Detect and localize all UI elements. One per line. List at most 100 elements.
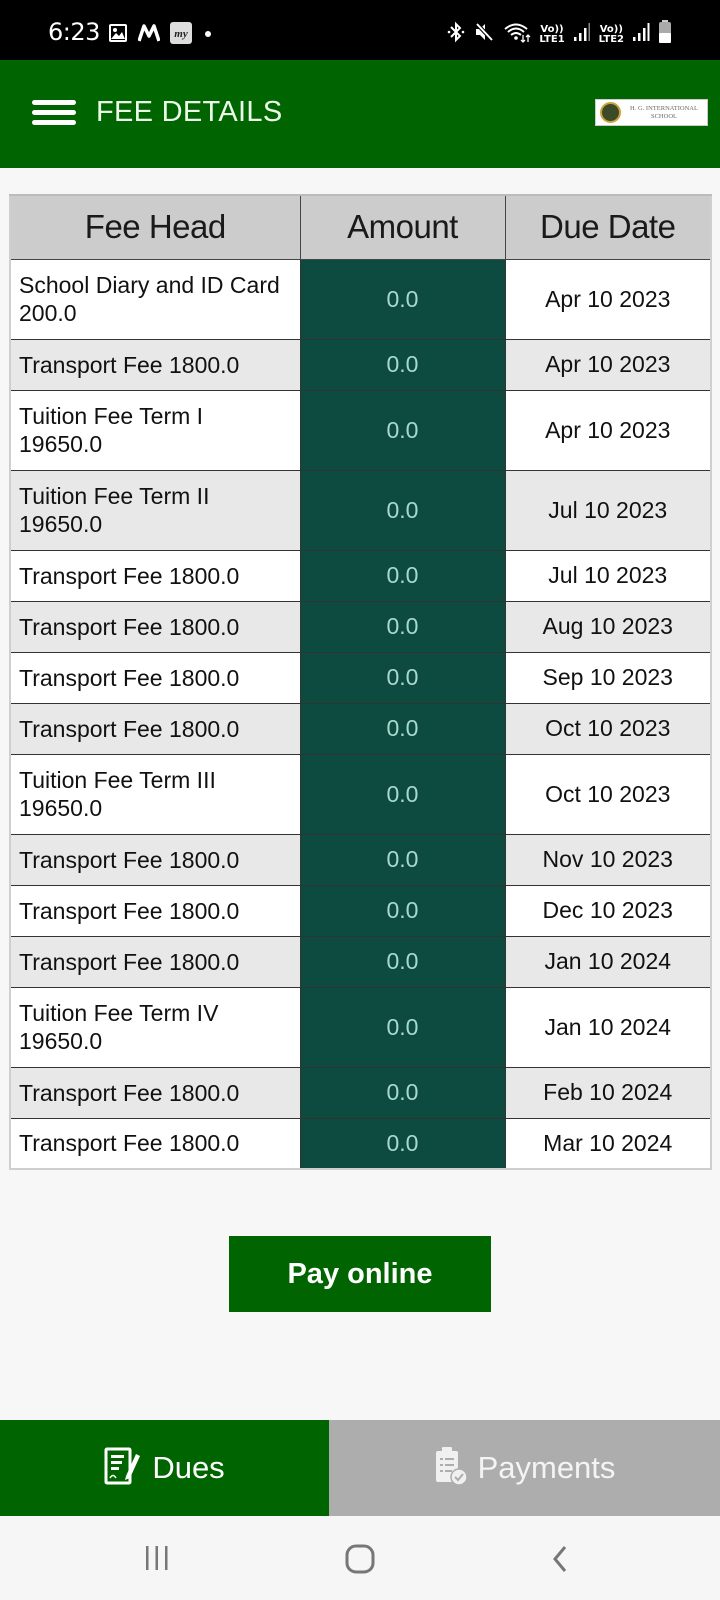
fee-head-cell: Tuition Fee Term IV 19650.0: [10, 986, 300, 1067]
column-header-amount: Amount: [299, 194, 506, 260]
lte1-label: LTE1: [539, 33, 565, 45]
tab-dues[interactable]: Dues: [0, 1420, 329, 1516]
amount-cell: 0.0: [299, 935, 506, 987]
amount-cell: 0.0: [299, 884, 506, 936]
content-area: Fee Head Amount Due Date School Diary an…: [0, 168, 720, 1420]
lte1-signal-icon: Vo)) LTE1: [539, 23, 565, 45]
status-right-icons: Vo)) LTE1 Vo)) LTE2: [447, 20, 672, 49]
amount-cell: 0.0: [299, 986, 506, 1067]
table-row: Transport Fee 1800.0 0.0 Apr 10 2023: [10, 338, 711, 390]
table-row: Transport Fee 1800.0 0.0 Oct 10 2023: [10, 702, 711, 754]
due-date-cell: Oct 10 2023: [505, 753, 711, 834]
amount-cell: 0.0: [299, 1117, 506, 1169]
fee-head-cell: Tuition Fee Term I 19650.0: [10, 389, 300, 470]
due-date-cell: Nov 10 2023: [505, 833, 711, 885]
due-date-cell: Aug 10 2023: [505, 600, 711, 652]
table-header-row: Fee Head Amount Due Date: [9, 194, 712, 260]
bottom-nav: Dues Payments: [0, 1420, 720, 1516]
home-button[interactable]: [345, 1544, 375, 1579]
table-row: Tuition Fee Term III 19650.0 0.0 Oct 10 …: [10, 753, 711, 834]
tab-dues-label: Dues: [152, 1450, 225, 1485]
fee-head-cell: Transport Fee 1800.0: [10, 1117, 300, 1169]
pay-online-button[interactable]: Pay online: [229, 1236, 491, 1312]
bluetooth-icon: [447, 21, 465, 48]
school-logo: H. G. INTERNATIONAL SCHOOL: [595, 99, 708, 126]
fee-head-cell: Transport Fee 1800.0: [10, 702, 300, 754]
amount-cell: 0.0: [299, 753, 506, 834]
table-row: Transport Fee 1800.0 0.0 Jul 10 2023: [10, 549, 711, 601]
hamburger-icon-line: [32, 120, 76, 125]
table-row: School Diary and ID Card 200.0 0.0 Apr 1…: [10, 258, 711, 339]
dues-icon: [104, 1446, 142, 1491]
page-title: FEE DETAILS: [96, 96, 283, 128]
table-row: Tuition Fee Term II 19650.0 0.0 Jul 10 2…: [10, 469, 711, 550]
notification-dot: [202, 27, 214, 45]
amount-cell: 0.0: [299, 389, 506, 470]
school-name-line1: H. G. INTERNATIONAL: [630, 104, 698, 112]
tab-payments[interactable]: Payments: [329, 1420, 720, 1516]
due-date-cell: Apr 10 2023: [505, 258, 711, 339]
status-left-icons: my: [108, 22, 214, 49]
mute-icon: [473, 21, 495, 48]
wifi-icon: [503, 21, 531, 48]
fee-head-cell: Transport Fee 1800.0: [10, 1066, 300, 1118]
signal-bars-1-icon: [573, 22, 591, 47]
lte2-signal-icon: Vo)) LTE2: [598, 24, 624, 45]
column-header-fee-head: Fee Head: [9, 194, 301, 260]
payments-icon: [434, 1446, 468, 1491]
table-row: Transport Fee 1800.0 0.0 Sep 10 2023: [10, 651, 711, 703]
system-nav-bar: [0, 1516, 720, 1600]
table-row: Tuition Fee Term IV 19650.0 0.0 Jan 10 2…: [10, 986, 711, 1067]
due-date-cell: Mar 10 2024: [505, 1117, 711, 1169]
amount-cell: 0.0: [299, 1066, 506, 1118]
fee-head-cell: Transport Fee 1800.0: [10, 884, 300, 936]
column-header-due-date: Due Date: [504, 194, 712, 260]
makemytrip-icon: my: [170, 22, 192, 49]
table-row: Tuition Fee Term I 19650.0 0.0 Apr 10 20…: [10, 389, 711, 470]
fee-head-cell: Transport Fee 1800.0: [10, 651, 300, 703]
due-date-cell: Jan 10 2024: [505, 986, 711, 1067]
amount-cell: 0.0: [299, 651, 506, 703]
due-date-cell: Jan 10 2024: [505, 935, 711, 987]
hamburger-icon-line: [32, 110, 76, 115]
lte2-label: LTE2: [598, 33, 624, 45]
table-row: Transport Fee 1800.0 0.0 Aug 10 2023: [10, 600, 711, 652]
school-emblem-icon: [600, 102, 621, 123]
school-name-line2: SCHOOL: [650, 112, 677, 120]
amount-cell: 0.0: [299, 549, 506, 601]
recent-apps-button[interactable]: [144, 1544, 170, 1577]
due-date-cell: Oct 10 2023: [505, 702, 711, 754]
fee-head-cell: Tuition Fee Term III 19650.0: [10, 753, 300, 834]
due-date-cell: Apr 10 2023: [505, 338, 711, 390]
gallery-icon: [108, 23, 128, 48]
menu-button[interactable]: [32, 100, 76, 126]
amount-cell: 0.0: [299, 258, 506, 339]
due-date-cell: Feb 10 2024: [505, 1066, 711, 1118]
tab-payments-label: Payments: [477, 1450, 616, 1485]
table-row: Transport Fee 1800.0 0.0 Jan 10 2024: [10, 935, 711, 987]
back-button[interactable]: [551, 1544, 569, 1579]
amount-cell: 0.0: [299, 469, 506, 550]
hamburger-icon-line: [32, 100, 76, 105]
due-date-cell: Sep 10 2023: [505, 651, 711, 703]
table-row: Transport Fee 1800.0 0.0 Dec 10 2023: [10, 884, 711, 936]
due-date-cell: Apr 10 2023: [505, 389, 711, 470]
fee-head-cell: Transport Fee 1800.0: [10, 338, 300, 390]
fee-head-cell: Transport Fee 1800.0: [10, 549, 300, 601]
fee-head-cell: School Diary and ID Card 200.0: [10, 258, 300, 339]
due-date-cell: Jul 10 2023: [505, 469, 711, 550]
m-app-icon: [137, 24, 161, 47]
fee-head-cell: Tuition Fee Term II 19650.0: [10, 469, 300, 550]
table-row: Transport Fee 1800.0 0.0 Mar 10 2024: [10, 1117, 711, 1169]
amount-cell: 0.0: [299, 338, 506, 390]
volte-label: Vo)): [540, 23, 564, 35]
table-row: Transport Fee 1800.0 0.0 Feb 10 2024: [10, 1066, 711, 1118]
status-bar: 6:23 my Vo)) LTE1 Vo)) LTE2: [0, 0, 720, 60]
fee-head-cell: Transport Fee 1800.0: [10, 833, 300, 885]
amount-cell: 0.0: [299, 600, 506, 652]
school-name: H. G. INTERNATIONAL SCHOOL: [621, 105, 707, 121]
due-date-cell: Dec 10 2023: [505, 884, 711, 936]
status-time: 6:23: [48, 18, 100, 46]
signal-bars-2-icon: [632, 22, 650, 47]
due-date-cell: Jul 10 2023: [505, 549, 711, 601]
